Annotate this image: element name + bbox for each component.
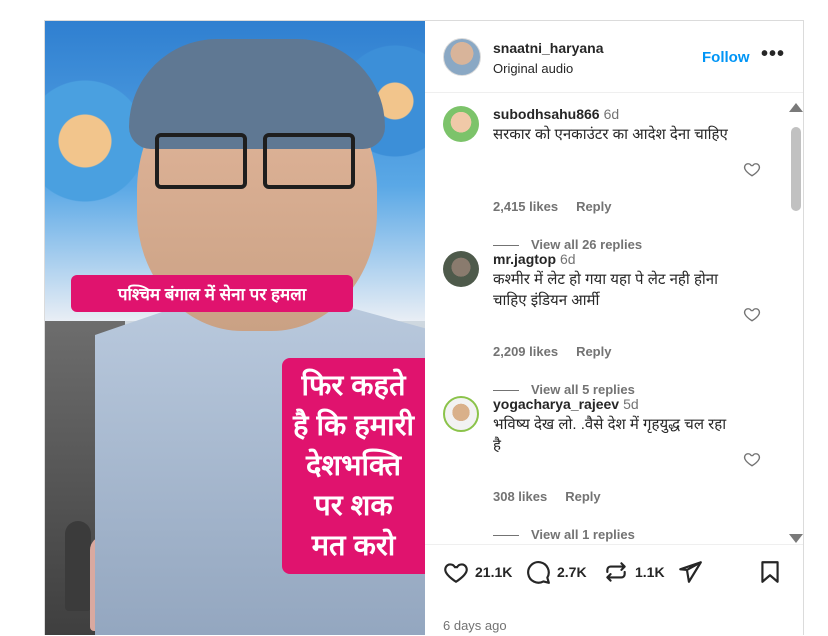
comment-time: 5d: [623, 396, 639, 412]
replies-divider: [493, 535, 519, 537]
commenter-avatar[interactable]: [443, 396, 479, 432]
heart-icon[interactable]: [743, 305, 761, 323]
bookmark-icon: [761, 561, 779, 583]
replies-divider: [493, 390, 519, 392]
comments-list[interactable]: subodhsahu866 6d सरकार को एनकाउंटर का आदे…: [425, 93, 803, 543]
view-replies-button[interactable]: View all 26 replies: [493, 237, 642, 252]
more-options-icon[interactable]: •••: [761, 43, 785, 66]
comment-text: कश्मीर में लेट हो गया यहा पे लेट नही होन…: [493, 271, 719, 309]
comment-header: subodhsahu866 6d: [493, 106, 619, 122]
comment-time: 6d: [603, 106, 620, 122]
media-caption-main: फिर कहते है कि हमारी देशभक्ति पर शक मत क…: [282, 358, 425, 574]
view-replies-button[interactable]: View all 5 replies: [493, 382, 635, 397]
commenter-username[interactable]: subodhsahu866: [493, 106, 600, 122]
comment-button[interactable]: 2.7K: [525, 559, 587, 585]
media-person: [65, 521, 91, 611]
reply-button[interactable]: Reply: [576, 199, 611, 214]
caption-line: पर शक: [314, 490, 393, 522]
comment-icon: [527, 561, 550, 584]
replies-divider: [493, 245, 519, 247]
comment-header: mr.jagtop 6d: [493, 251, 576, 267]
comment-likes[interactable]: 308 likes: [493, 489, 547, 504]
audio-label[interactable]: Original audio: [493, 61, 573, 76]
reposts-count: 1.1K: [635, 564, 665, 580]
media-glasses: [155, 133, 355, 189]
post-container: पश्चिम बंगाल में सेना पर हमला फिर कहते ह…: [44, 20, 804, 635]
heart-icon[interactable]: [743, 160, 761, 178]
like-button[interactable]: 21.1K: [443, 559, 512, 585]
post-actions: 21.1K 2.7K 1.1K 6 days ago: [425, 544, 803, 636]
commenter-avatar[interactable]: [443, 251, 479, 287]
share-icon: [679, 561, 702, 583]
comment-meta: 2,415 likes Reply: [493, 199, 629, 214]
comment-likes[interactable]: 2,209 likes: [493, 344, 558, 359]
comment-text: भविष्य देख लो. .वैसे देश में गृहयुद्ध चल…: [493, 416, 727, 454]
view-replies-label: View all 5 replies: [531, 382, 635, 397]
repost-button[interactable]: 1.1K: [603, 559, 665, 585]
media-caption-top: पश्चिम बंगाल में सेना पर हमला: [71, 275, 353, 312]
heart-icon: [444, 563, 468, 584]
commenter-username[interactable]: yogacharya_rajeev: [493, 396, 619, 412]
scroll-down-arrow-icon[interactable]: [789, 534, 803, 543]
share-button[interactable]: [677, 559, 709, 585]
comment-text: सरकार को एनकाउंटर का आदेश देना चाहिए: [493, 126, 728, 143]
post-header: snaatni_haryana Original audio Follow ••…: [425, 21, 803, 93]
post-media[interactable]: पश्चिम बंगाल में सेना पर हमला फिर कहते ह…: [45, 21, 425, 635]
author-username[interactable]: snaatni_haryana: [493, 40, 604, 56]
reply-button[interactable]: Reply: [576, 344, 611, 359]
comment-meta: 308 likes Reply: [493, 489, 619, 504]
view-replies-button[interactable]: View all 1 replies: [493, 527, 635, 542]
comments-scrollbar[interactable]: [789, 103, 803, 543]
scroll-up-arrow-icon[interactable]: [789, 103, 803, 112]
comment-likes[interactable]: 2,415 likes: [493, 199, 558, 214]
comment-time: 6d: [560, 251, 576, 267]
repost-icon: [606, 562, 626, 582]
heart-icon[interactable]: [743, 450, 761, 468]
post-date[interactable]: 6 days ago: [443, 618, 507, 633]
caption-line: मत करो: [311, 530, 396, 562]
save-button[interactable]: [757, 559, 789, 585]
commenter-avatar[interactable]: [443, 106, 479, 142]
author-avatar[interactable]: [443, 38, 481, 76]
caption-line: है कि हमारी: [293, 410, 414, 442]
follow-button[interactable]: Follow: [702, 49, 750, 66]
caption-line: देशभक्ति: [305, 450, 402, 482]
reply-button[interactable]: Reply: [565, 489, 600, 504]
comment-meta: 2,209 likes Reply: [493, 344, 629, 359]
caption-line: फिर कहते: [301, 370, 406, 402]
likes-count: 21.1K: [475, 564, 513, 580]
scrollbar-thumb[interactable]: [791, 127, 801, 211]
commenter-username[interactable]: mr.jagtop: [493, 251, 556, 267]
comments-count: 2.7K: [557, 564, 587, 580]
view-replies-label: View all 1 replies: [531, 527, 635, 542]
comment-header: yogacharya_rajeev 5d: [493, 396, 639, 412]
view-replies-label: View all 26 replies: [531, 237, 643, 252]
